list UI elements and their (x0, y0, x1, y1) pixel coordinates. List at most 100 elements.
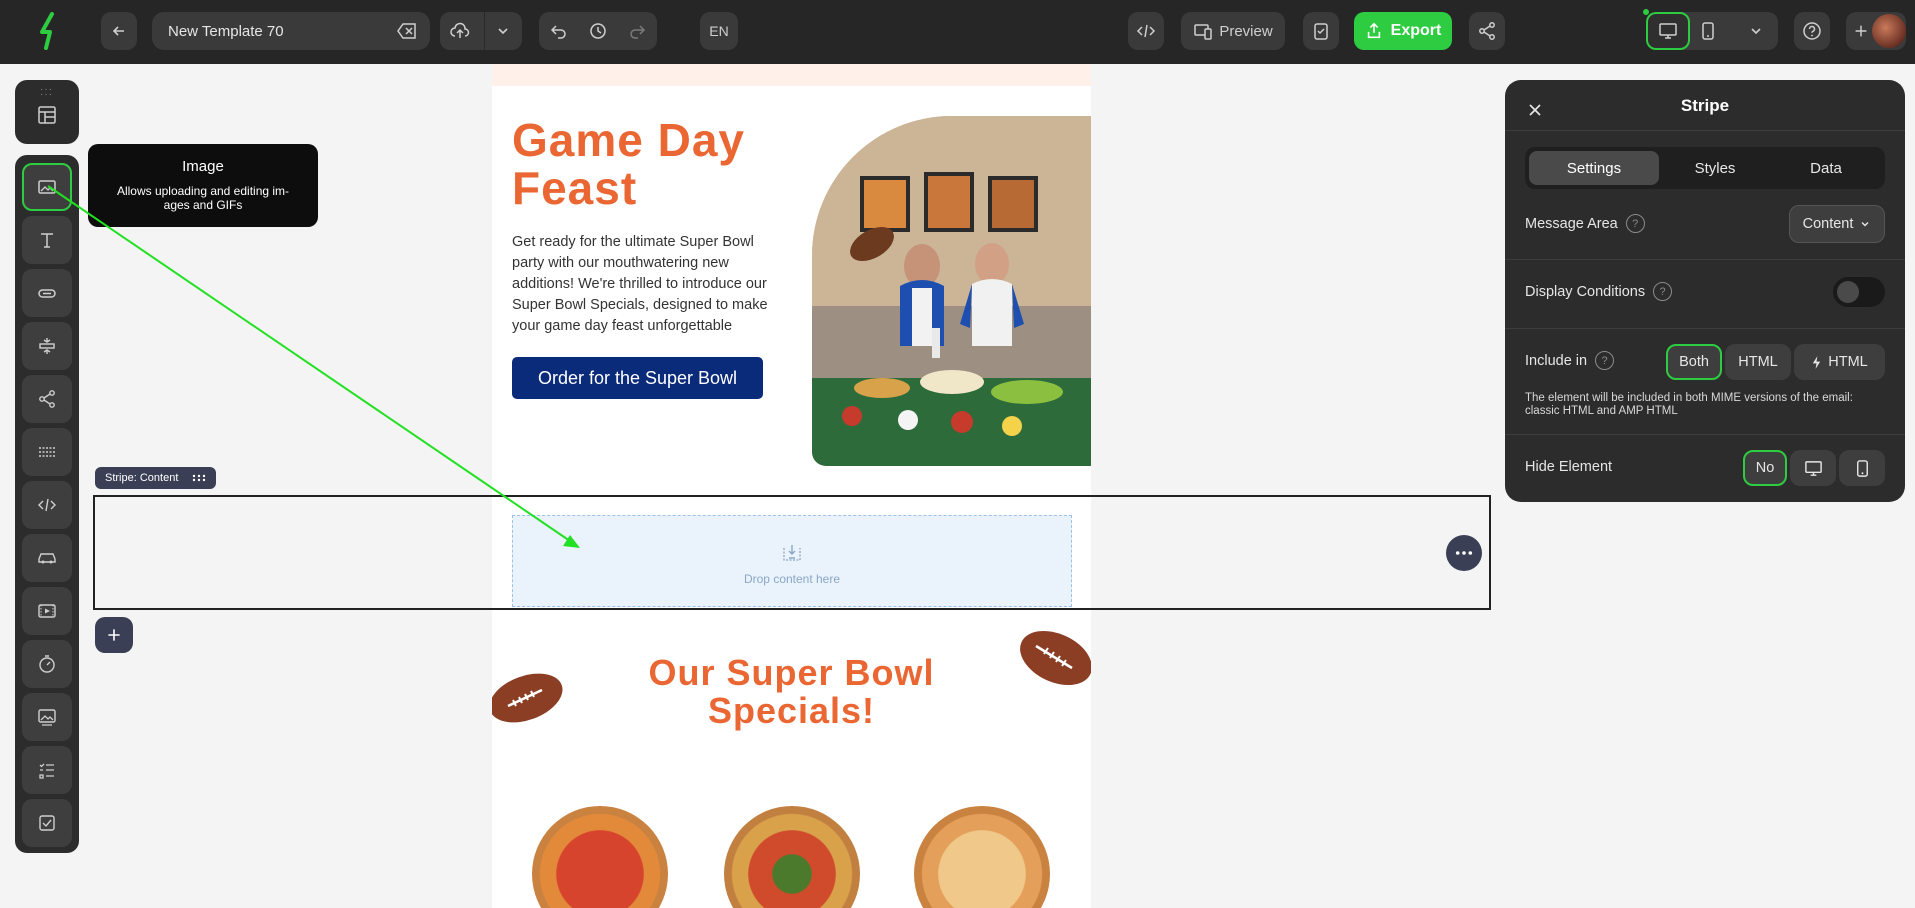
selected-stripe-outline[interactable] (93, 495, 1491, 610)
layout-blocks-icon[interactable] (36, 104, 58, 126)
hide-element-row: Hide Element (1525, 459, 1612, 475)
drag-handle-icon[interactable]: ··· ··· (40, 85, 54, 100)
include-amp-html-label: HTML (1828, 354, 1868, 370)
checkbox-icon (39, 815, 55, 831)
clear-icon[interactable] (396, 21, 418, 41)
chevron-down-icon (1751, 28, 1761, 35)
help-icon[interactable]: ? (1625, 214, 1645, 233)
text-block-button[interactable] (22, 216, 72, 264)
include-in-row: Include in ? (1525, 351, 1615, 370)
hero-body-text[interactable]: Get ready for the ultimate Super Bowl pa… (512, 232, 787, 337)
message-area-label: Message Area (1525, 215, 1618, 232)
include-html-label: HTML (1738, 354, 1778, 370)
specials-title[interactable]: Our Super Bowl Specials! (492, 654, 1091, 730)
divider-block-button[interactable] (22, 428, 72, 476)
tooltip-title: Image (182, 158, 224, 175)
top-toolbar: New Template 70 EN Preview Export (0, 0, 1915, 64)
desktop-icon (1659, 23, 1677, 39)
chevron-down-icon (1861, 222, 1869, 227)
share-icon (1479, 22, 1495, 40)
include-note: The element will be included in both MIM… (1525, 392, 1853, 417)
image-block-tooltip: Image Allows uploading and editing im-ag… (88, 144, 318, 227)
blocks-toolbar (15, 155, 79, 853)
history-button[interactable] (588, 21, 608, 45)
image-icon (38, 180, 56, 194)
video-block-button[interactable] (22, 587, 72, 635)
message-area-select[interactable]: Content (1789, 205, 1885, 243)
html-block-button[interactable] (22, 481, 72, 529)
plus-icon[interactable] (1852, 22, 1870, 40)
hero-title[interactable]: Game Day Feast (512, 116, 812, 212)
help-button[interactable] (1794, 12, 1830, 50)
timer-block-button[interactable] (22, 640, 72, 688)
include-both-label: Both (1679, 354, 1709, 370)
social-block-button[interactable] (22, 375, 72, 423)
help-icon[interactable]: ? (1653, 282, 1673, 301)
history-icon (590, 23, 606, 39)
banner-block-button[interactable] (22, 693, 72, 741)
divider (1505, 328, 1905, 329)
display-conditions-label: Display Conditions (1525, 283, 1646, 300)
preview-button[interactable]: Preview (1181, 12, 1285, 50)
redo-button[interactable] (627, 21, 647, 45)
tab-styles[interactable]: Styles (1659, 151, 1771, 185)
hide-on-desktop-option[interactable] (1790, 450, 1836, 486)
export-button[interactable]: Export (1354, 12, 1452, 50)
redo-icon (630, 25, 646, 39)
undo-button[interactable] (549, 21, 569, 45)
export-icon (1367, 22, 1380, 39)
chevron-down-icon (498, 28, 508, 35)
tab-settings[interactable]: Settings (1529, 151, 1659, 185)
save-options-dropdown[interactable] (493, 21, 513, 45)
test-button[interactable] (1303, 12, 1339, 50)
language-label: EN (709, 23, 729, 39)
include-html-option[interactable]: HTML (1725, 344, 1791, 380)
stripe-label-badge[interactable]: Stripe: Content (95, 467, 217, 489)
more-horizontal-icon (1455, 551, 1473, 555)
mobile-icon (1702, 22, 1714, 40)
avatar[interactable] (1872, 14, 1906, 48)
include-amp-html-option[interactable]: HTML (1794, 344, 1885, 380)
order-button[interactable]: Order for the Super Bowl (512, 357, 763, 399)
pizza-image-chicken[interactable] (914, 806, 1050, 908)
language-button[interactable]: EN (700, 12, 738, 50)
hero-photo[interactable] (812, 116, 1091, 466)
specials-title-text: Our Super Bowl Specials! (648, 652, 935, 731)
form-block-button[interactable] (22, 746, 72, 794)
device-options-dropdown[interactable] (1746, 21, 1766, 45)
image-block-button[interactable] (22, 163, 72, 211)
button-block-button[interactable] (22, 269, 72, 317)
desktop-view-button[interactable] (1646, 12, 1690, 50)
template-name-field[interactable]: New Template 70 (152, 12, 430, 50)
pizza-image-pepperoni[interactable] (532, 806, 668, 908)
spacer-block-button[interactable] (22, 322, 72, 370)
hide-element-label: Hide Element (1525, 459, 1613, 475)
code-view-button[interactable] (1128, 12, 1164, 50)
code-icon (1136, 24, 1156, 38)
back-button[interactable] (101, 12, 137, 50)
drag-grip-icon[interactable] (192, 474, 206, 482)
tab-data[interactable]: Data (1771, 151, 1881, 185)
message-area-row: Message Area ? (1525, 214, 1645, 233)
pizza-image-veggie[interactable] (724, 806, 860, 908)
export-label: Export (1390, 22, 1442, 39)
menu-block-button[interactable] (22, 534, 72, 582)
mobile-view-button[interactable] (1698, 21, 1718, 45)
share-button[interactable] (1469, 12, 1505, 50)
desktop-icon (1804, 460, 1822, 476)
hide-no-option[interactable]: No (1743, 450, 1787, 486)
stripe-settings-panel: Stripe Settings Styles Data Message Area… (1505, 80, 1905, 502)
checkbox-block-button[interactable] (22, 799, 72, 847)
include-in-label: Include in (1525, 352, 1588, 369)
undo-icon (550, 25, 566, 39)
cloud-upload-button[interactable] (450, 21, 470, 45)
hide-on-mobile-option[interactable] (1839, 450, 1885, 486)
panel-tabs: Settings Styles Data (1525, 147, 1885, 189)
help-icon[interactable]: ? (1595, 351, 1615, 370)
add-stripe-button[interactable] (95, 617, 133, 653)
display-conditions-toggle[interactable] (1833, 277, 1885, 307)
spacer-icon (39, 338, 55, 354)
display-conditions-row: Display Conditions ? (1525, 282, 1673, 301)
stripe-more-button[interactable] (1446, 535, 1482, 571)
include-both-option[interactable]: Both (1666, 344, 1722, 380)
